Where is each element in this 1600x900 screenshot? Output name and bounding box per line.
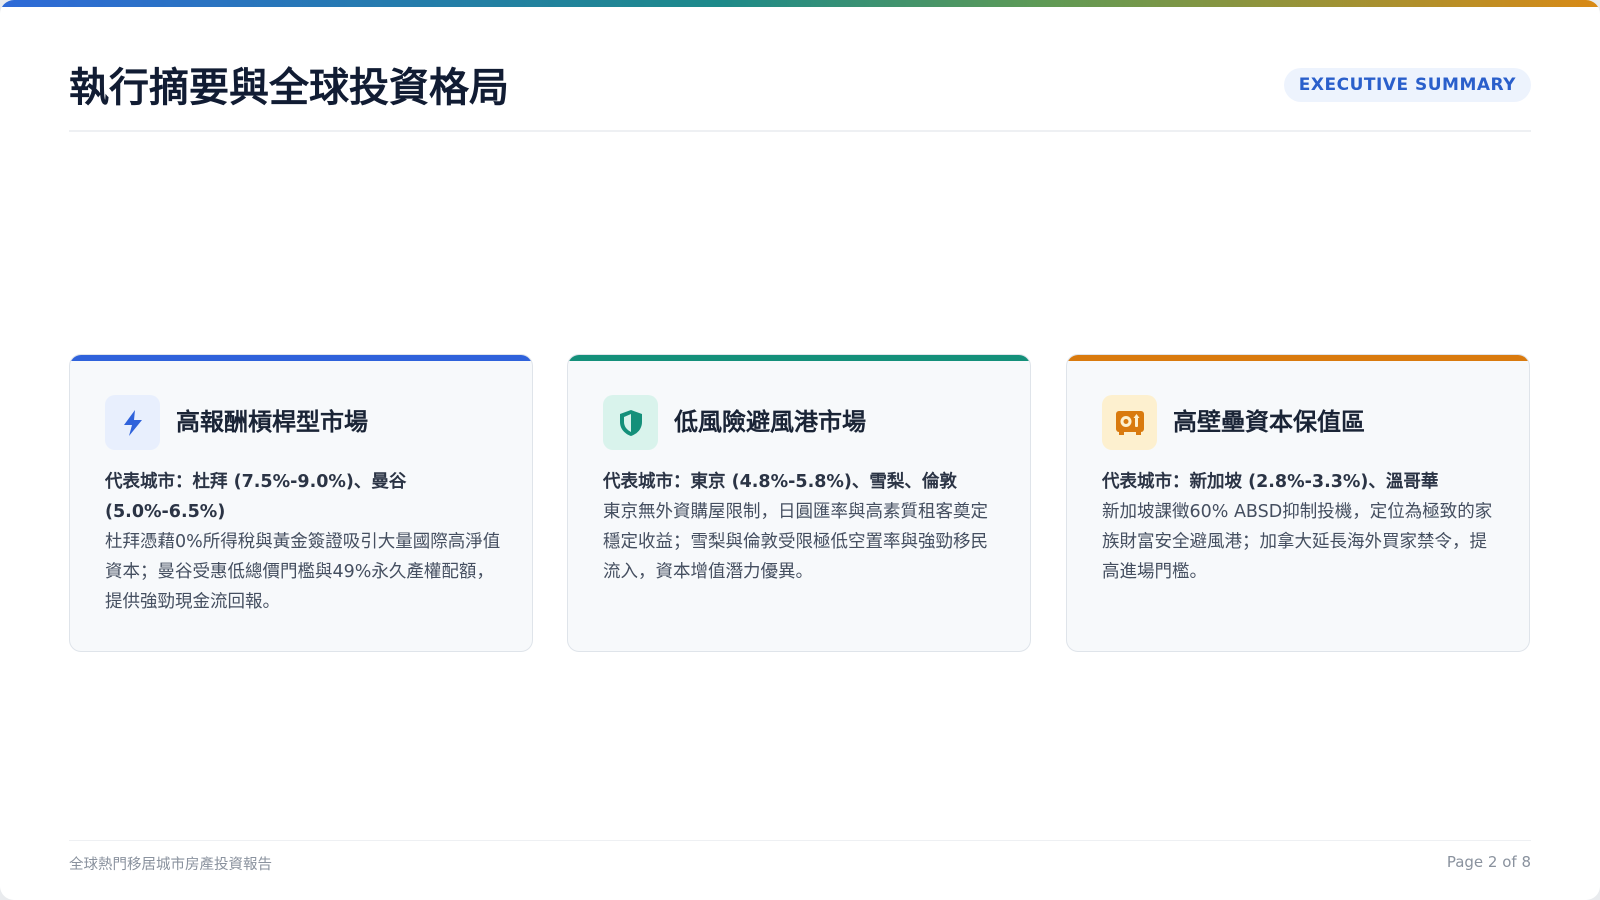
card-body: 代表城市：新加坡 (2.8%-3.3%)、溫哥華 新加坡課徵60% ABSD抑制… [1102,467,1502,587]
card-cities: 代表城市：東京 (4.8%-5.8%)、雪梨、倫敦 [603,472,957,492]
card-cities: 代表城市：杜拜 (7.5%-9.0%)、曼谷 (5.0%-6.5%) [105,472,407,522]
card-title: 高壁壘資本保值區 [1173,408,1365,436]
lightning-bolt-icon [105,395,160,450]
top-accent-bar [0,0,1600,7]
market-card-high-return: 高報酬槓桿型市場 代表城市：杜拜 (7.5%-9.0%)、曼谷 (5.0%-6.… [69,354,533,652]
market-card-high-barrier: 高壁壘資本保值區 代表城市：新加坡 (2.8%-3.3%)、溫哥華 新加坡課徵6… [1066,354,1530,652]
section-badge: EXECUTIVE SUMMARY [1283,68,1531,102]
card-cities: 代表城市：新加坡 (2.8%-3.3%)、溫哥華 [1102,472,1439,492]
card-title: 高報酬槓桿型市場 [176,408,368,436]
slide: 執行摘要與全球投資格局 EXECUTIVE SUMMARY 高報酬槓桿型市場 代… [0,0,1600,900]
market-card-low-risk: 低風險避風港市場 代表城市：東京 (4.8%-5.8%)、雪梨、倫敦 東京無外資… [567,354,1031,652]
slide-footer: 全球熱門移居城市房產投資報告 Page 2 of 8 [69,840,1531,877]
slide-header: 執行摘要與全球投資格局 EXECUTIVE SUMMARY [69,58,1531,132]
page-number: Page 2 of 8 [1446,853,1531,871]
card-title: 低風險避風港市場 [674,408,866,436]
card-body: 代表城市：東京 (4.8%-5.8%)、雪梨、倫敦 東京無外資購屋限制，日圓匯率… [603,467,1003,587]
card-description: 新加坡課徵60% ABSD抑制投機，定位為極致的家族財富安全避風港；加拿大延長海… [1102,502,1493,582]
page-title: 執行摘要與全球投資格局 [69,65,509,111]
card-description: 杜拜憑藉0%所得稅與黃金簽證吸引大量國際高淨值資本；曼谷受惠低總價門檻與49%永… [105,532,501,612]
market-cards: 高報酬槓桿型市場 代表城市：杜拜 (7.5%-9.0%)、曼谷 (5.0%-6.… [69,354,1531,652]
shield-icon [603,395,658,450]
report-name: 全球熱門移居城市房產投資報告 [69,857,272,873]
vault-icon [1102,395,1157,450]
card-description: 東京無外資購屋限制，日圓匯率與高素質租客奠定穩定收益；雪梨與倫敦受限極低空置率與… [603,502,988,582]
card-body: 代表城市：杜拜 (7.5%-9.0%)、曼谷 (5.0%-6.5%) 杜拜憑藉0… [105,467,505,617]
